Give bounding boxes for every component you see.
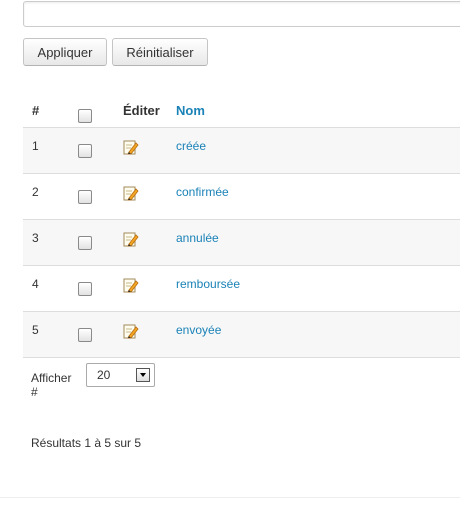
- apply-button[interactable]: Appliquer: [23, 38, 107, 66]
- edit-pencil-icon[interactable]: [123, 139, 139, 155]
- limit-select-value: 20: [97, 368, 111, 382]
- row-edit-cell: [123, 178, 139, 206]
- search-input[interactable]: [23, 1, 460, 27]
- status-table: # Éditer Nom 1 créée 2 confirmée 3 annul…: [23, 97, 460, 358]
- limit-label: Afficher #: [31, 371, 72, 399]
- table-header-row: # Éditer Nom: [23, 97, 460, 127]
- select-all-checkbox[interactable]: [78, 109, 92, 124]
- edit-pencil-icon[interactable]: [123, 231, 139, 247]
- status-name-link[interactable]: annulée: [176, 231, 219, 245]
- reset-button[interactable]: Réinitialiser: [112, 38, 208, 66]
- chevron-down-icon[interactable]: [136, 368, 150, 382]
- edit-pencil-icon[interactable]: [123, 185, 139, 201]
- table-row: 4 remboursée: [23, 265, 460, 311]
- row-number: 1: [32, 139, 39, 153]
- row-name-cell: remboursée: [176, 270, 240, 298]
- row-check-cell: [78, 178, 92, 206]
- row-name-cell: envoyée: [176, 316, 221, 344]
- edit-pencil-icon[interactable]: [123, 323, 139, 339]
- footer-divider: [0, 497, 460, 498]
- status-name-link[interactable]: créée: [176, 139, 206, 153]
- row-check-cell: [78, 316, 92, 344]
- row-edit-cell: [123, 224, 139, 252]
- row-check-cell: [78, 270, 92, 298]
- status-name-link[interactable]: remboursée: [176, 277, 240, 291]
- table-row: 5 envoyée: [23, 311, 460, 358]
- results-counter: Résultats 1 à 5 sur 5: [31, 436, 142, 450]
- row-name-cell: confirmée: [176, 178, 229, 206]
- row-edit-cell: [123, 316, 139, 344]
- row-edit-cell: [123, 270, 139, 298]
- row-checkbox[interactable]: [78, 328, 92, 343]
- column-header-number: #: [32, 103, 40, 118]
- select-all-cell: [78, 97, 92, 125]
- table-row: 1 créée: [23, 127, 460, 173]
- row-edit-cell: [123, 132, 139, 160]
- row-name-cell: annulée: [176, 224, 219, 252]
- column-header-name-sort[interactable]: Nom: [176, 97, 205, 125]
- table-row: 2 confirmée: [23, 173, 460, 219]
- row-check-cell: [78, 224, 92, 252]
- row-number: 4: [32, 277, 39, 291]
- row-number: 2: [32, 185, 39, 199]
- row-checkbox[interactable]: [78, 236, 92, 251]
- table-row: 3 annulée: [23, 219, 460, 265]
- row-number: 3: [32, 231, 39, 245]
- row-number: 5: [32, 323, 39, 337]
- row-checkbox[interactable]: [78, 190, 92, 205]
- row-name-cell: créée: [176, 132, 206, 160]
- column-header-edit: Éditer: [123, 103, 160, 118]
- edit-pencil-icon[interactable]: [123, 277, 139, 293]
- row-checkbox[interactable]: [78, 282, 92, 297]
- limit-select[interactable]: 20: [86, 363, 155, 387]
- row-check-cell: [78, 132, 92, 160]
- status-name-link[interactable]: envoyée: [176, 323, 221, 337]
- status-name-link[interactable]: confirmée: [176, 185, 229, 199]
- row-checkbox[interactable]: [78, 144, 92, 159]
